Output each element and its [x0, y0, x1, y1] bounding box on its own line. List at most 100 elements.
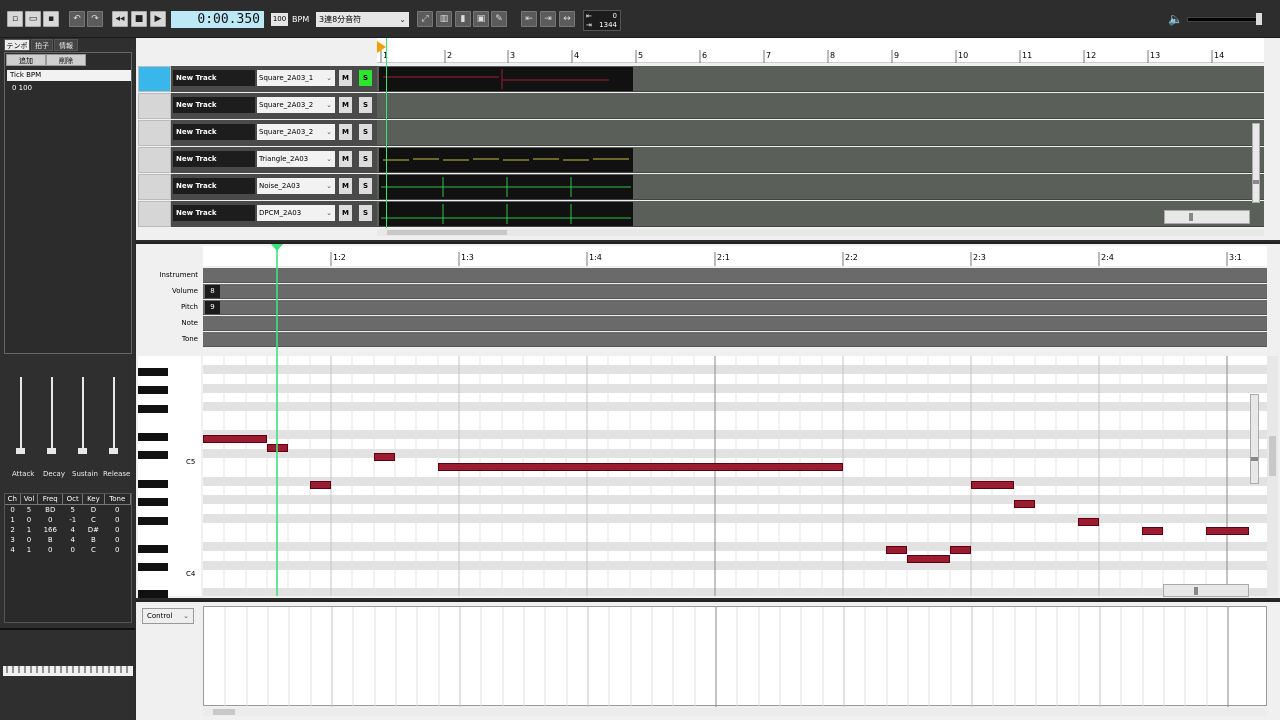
master-volume-slider[interactable]: [1187, 17, 1261, 22]
mute-button[interactable]: M: [339, 97, 352, 113]
edit-tool-icon[interactable]: ✎: [491, 11, 507, 27]
track-lane[interactable]: [377, 66, 1264, 92]
frame-tool-icon[interactable]: ▣: [473, 11, 489, 27]
track-name[interactable]: New Track: [173, 151, 255, 167]
note-block[interactable]: [950, 546, 971, 554]
shift-left-icon[interactable]: ⇤: [521, 11, 537, 27]
track-color-tab[interactable]: [138, 201, 171, 227]
control-type-select[interactable]: Control ⌄: [142, 608, 194, 624]
playhead[interactable]: [386, 38, 387, 228]
release-slider[interactable]: [113, 377, 115, 452]
black-key[interactable]: [138, 386, 168, 394]
scrollbar-thumb[interactable]: [387, 230, 507, 235]
track-color-tab[interactable]: [138, 66, 171, 92]
track-name[interactable]: New Track: [173, 97, 255, 113]
quantize-select[interactable]: 3連8分音符 ⌄: [316, 12, 409, 27]
vertical-scrollbar[interactable]: [1267, 356, 1278, 596]
track-lane[interactable]: [377, 201, 1264, 227]
playhead[interactable]: [276, 244, 278, 596]
track-row[interactable]: New Track Square_2A03_1 ⌄ M S: [136, 66, 1280, 92]
clip[interactable]: [379, 148, 633, 172]
note-block[interactable]: [438, 463, 843, 471]
solo-button[interactable]: S: [359, 124, 372, 140]
track-lane[interactable]: [377, 93, 1264, 119]
control-lane[interactable]: [203, 606, 1267, 707]
track-instrument-select[interactable]: Square_2A03_2 ⌄: [257, 124, 335, 140]
black-key[interactable]: [138, 480, 168, 488]
black-key[interactable]: [138, 498, 168, 506]
black-key[interactable]: [138, 517, 168, 525]
release-slider-thumb[interactable]: [109, 448, 118, 454]
track-ruler[interactable]: 1 2 3 4 5 6 7 8 9 10 11 12 13 14: [377, 38, 1264, 63]
track-color-tab[interactable]: [138, 147, 171, 173]
track-color-tab[interactable]: [138, 93, 171, 119]
speaker-icon[interactable]: 🔈: [1168, 12, 1183, 26]
track-instrument-select[interactable]: Noise_2A03 ⌄: [257, 178, 335, 194]
play-icon[interactable]: ▶: [150, 11, 166, 27]
scrollbar-thumb[interactable]: [213, 709, 235, 715]
mute-button[interactable]: M: [339, 151, 352, 167]
note-block[interactable]: [886, 546, 907, 554]
scrollbar-thumb[interactable]: [1269, 436, 1276, 476]
black-key[interactable]: [138, 405, 168, 413]
tab-info[interactable]: 情報: [54, 39, 78, 51]
note-block[interactable]: [971, 481, 1014, 489]
clip[interactable]: [379, 202, 633, 226]
track-lane[interactable]: [377, 174, 1264, 200]
track-instrument-select[interactable]: Triangle_2A03 ⌄: [257, 151, 335, 167]
track-name[interactable]: New Track: [173, 124, 255, 140]
black-key[interactable]: [138, 563, 168, 571]
note-lane[interactable]: [203, 316, 1267, 331]
track-instrument-select[interactable]: Square_2A03_2 ⌄: [257, 97, 335, 113]
save-icon[interactable]: ▪: [43, 11, 59, 27]
piano-ruler[interactable]: 1:2 1:3 1:4 2:1 2:2 2:3 2:4 3:1: [203, 246, 1267, 266]
solo-button[interactable]: S: [359, 151, 372, 167]
add-tempo-button[interactable]: 追加: [6, 54, 46, 66]
track-color-tab[interactable]: [138, 120, 171, 146]
mute-button[interactable]: M: [339, 205, 352, 221]
tab-tempo[interactable]: テンポ: [4, 39, 30, 51]
pitch-value[interactable]: 9: [205, 301, 220, 314]
clip[interactable]: [379, 175, 633, 199]
decay-slider[interactable]: [51, 377, 53, 452]
solo-button[interactable]: S: [359, 70, 372, 86]
playhead-marker-icon[interactable]: [271, 244, 283, 252]
open-folder-icon[interactable]: ▭: [25, 11, 41, 27]
solo-button[interactable]: S: [359, 178, 372, 194]
attack-slider[interactable]: [20, 377, 22, 452]
rewind-icon[interactable]: ◂◂: [112, 11, 128, 27]
tone-lane[interactable]: [203, 332, 1267, 347]
vertical-zoom-slider[interactable]: [1252, 123, 1260, 203]
note-grid[interactable]: [203, 356, 1267, 596]
track-name[interactable]: New Track: [173, 70, 255, 86]
piano-keyboard[interactable]: C5 C4: [138, 356, 201, 598]
note-block[interactable]: [203, 435, 267, 443]
note-block[interactable]: [907, 555, 950, 563]
zoom-thumb[interactable]: [1189, 213, 1193, 221]
note-block[interactable]: [1014, 500, 1035, 508]
black-key[interactable]: [138, 368, 168, 376]
bar-tool-icon[interactable]: ▥: [436, 11, 452, 27]
fit-width-icon[interactable]: ↔: [559, 11, 575, 27]
track-color-tab[interactable]: [138, 174, 171, 200]
black-key[interactable]: [138, 545, 168, 553]
pitch-lane[interactable]: 9: [203, 300, 1267, 315]
note-block[interactable]: [1142, 527, 1163, 535]
track-row[interactable]: New Track DPCM_2A03 ⌄ M S: [136, 201, 1280, 227]
control-horizontal-scrollbar[interactable]: [203, 708, 1267, 716]
instrument-lane[interactable]: [203, 268, 1267, 283]
note-block[interactable]: [374, 453, 395, 461]
track-instrument-select[interactable]: Square_2A03_1 ⌄: [257, 70, 335, 86]
tab-time-signature[interactable]: 拍子: [31, 39, 53, 51]
block-tool-icon[interactable]: ▮: [455, 11, 471, 27]
track-name[interactable]: New Track: [173, 205, 255, 221]
track-instrument-select[interactable]: DPCM_2A03 ⌄: [257, 205, 335, 221]
shift-right-icon[interactable]: ⇥: [540, 11, 556, 27]
note-block[interactable]: [310, 481, 331, 489]
solo-button[interactable]: S: [359, 205, 372, 221]
delete-tempo-button[interactable]: 削除: [46, 54, 86, 66]
track-row[interactable]: New Track Triangle_2A03 ⌄ M S: [136, 147, 1280, 173]
vertical-zoom-slider[interactable]: [1250, 394, 1259, 484]
solo-button[interactable]: S: [359, 97, 372, 113]
zoom-thumb[interactable]: [1253, 180, 1259, 184]
